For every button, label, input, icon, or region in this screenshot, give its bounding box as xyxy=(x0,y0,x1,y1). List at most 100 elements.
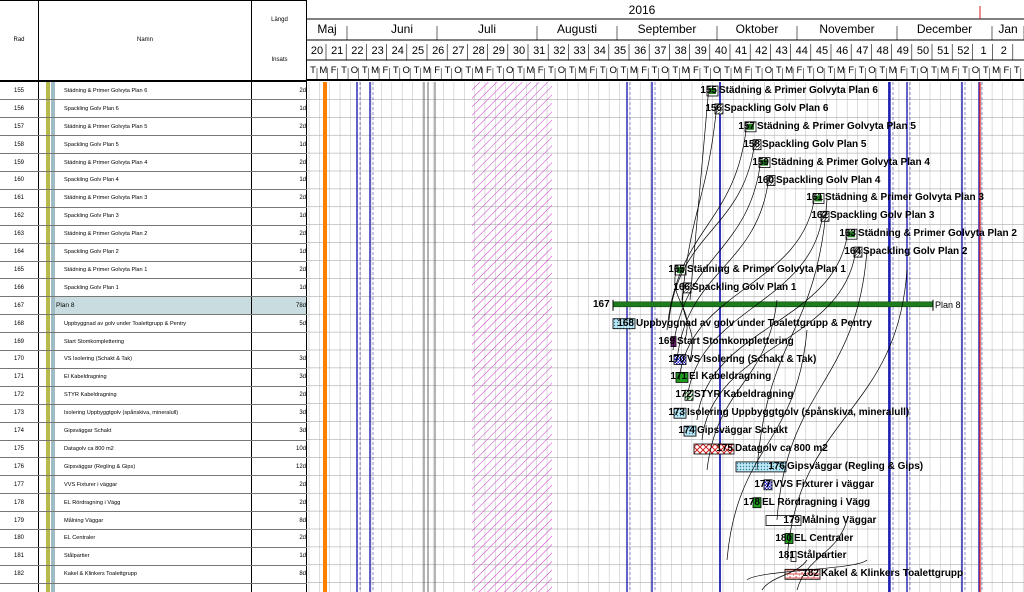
task-duration[interactable]: 8d xyxy=(299,565,306,583)
task-name[interactable]: Städning & Primer Golvyta Plan 6 xyxy=(64,82,147,100)
task-duration[interactable]: 8d xyxy=(299,512,306,530)
task-duration[interactable]: 2d xyxy=(299,189,306,207)
task-duration[interactable]: 2d xyxy=(299,154,306,172)
task-name[interactable]: Målning Väggar xyxy=(64,512,103,530)
col-header-name[interactable]: Namn xyxy=(40,0,250,80)
task-duration[interactable]: 1d xyxy=(299,243,306,261)
bar-label[interactable]: 162 Spackling Golv Plan 3 xyxy=(811,210,934,221)
col-header-duration[interactable]: Längd xyxy=(252,0,307,40)
bar-label[interactable]: 164 Spackling Golv Plan 2 xyxy=(844,246,967,257)
task-name[interactable]: VVS Fixturer i väggar xyxy=(64,476,117,494)
task-name[interactable]: Städning & Primer Golvyta Plan 5 xyxy=(64,118,147,136)
bar-label[interactable]: 157 Städning & Primer Golvyta Plan 5 xyxy=(738,121,916,132)
week-number: 35 xyxy=(613,45,627,57)
grid-line xyxy=(0,332,307,333)
bar-label[interactable]: 166 Spackling Golv Plan 1 xyxy=(673,282,796,293)
bar-label[interactable]: 169 Start Stomkomplettering xyxy=(658,336,793,347)
bar-label[interactable]: 176 Gipsväggar (Regling & Gips) xyxy=(768,461,923,472)
bar-label[interactable]: 170 VS Isolering (Schakt & Tak) xyxy=(668,354,816,365)
task-name[interactable]: Städning & Primer Golvyta Plan 4 xyxy=(64,154,147,172)
bar-number: 173 xyxy=(668,407,685,419)
bar-label[interactable]: 178 EL Rördragning i Vägg xyxy=(743,496,871,508)
task-name[interactable]: Kakel & Klinkers Toalettgrupp xyxy=(64,565,137,583)
bar-label[interactable]: 156 Spackling Golv Plan 6 xyxy=(705,103,828,114)
task-name[interactable]: El Kabeldragning xyxy=(64,368,107,386)
task-name[interactable]: Spackling Golv Plan 4 xyxy=(64,172,119,190)
task-name[interactable]: Isolering Uppbyggtgolv (spånskiva, miner… xyxy=(64,404,178,422)
task-duration[interactable]: 10d xyxy=(296,440,306,458)
task-duration[interactable]: 2d xyxy=(299,530,306,548)
bar-label[interactable]: 177 VVS Fixturer i väggar xyxy=(754,479,874,490)
task-duration[interactable]: 3d xyxy=(299,404,306,422)
bar-label[interactable]: 175 Datagolv ca 800 m2 xyxy=(716,443,828,454)
task-name[interactable]: EL Centraler xyxy=(64,530,95,548)
bar-label[interactable]: Plan 8 xyxy=(935,300,961,311)
task-name[interactable]: Städning & Primer Golvyta Plan 1 xyxy=(64,261,147,279)
bar-label[interactable]: 179 Målning Väggar xyxy=(783,515,876,526)
task-name[interactable]: Spackling Golv Plan 1 xyxy=(64,279,119,297)
task-name[interactable]: Plan 8 xyxy=(56,297,74,315)
task-name[interactable]: Start Stomkomplettering xyxy=(64,333,124,351)
bar-label[interactable]: 160 Spackling Golv Plan 4 xyxy=(757,175,880,186)
task-duration[interactable]: 12d xyxy=(296,458,306,476)
task-duration[interactable]: 3d xyxy=(299,351,306,369)
bar-label[interactable]: 172 STYR Kabeldragning xyxy=(675,389,793,400)
task-name[interactable]: VS Isolering (Schakt & Tak) xyxy=(64,351,132,369)
task-duration[interactable]: 1d xyxy=(299,136,306,154)
task-name[interactable]: EL Rördragning i Vägg xyxy=(64,494,120,512)
task-duration[interactable]: 2d xyxy=(299,82,306,100)
bar-label[interactable]: 174 Gipsväggar Schakt xyxy=(678,425,787,436)
task-duration[interactable]: 2d xyxy=(299,476,306,494)
task-duration[interactable]: 5d xyxy=(299,315,306,333)
task-duration[interactable]: 78d xyxy=(296,297,306,315)
task-name[interactable]: Gipsväggar Schakt xyxy=(64,422,111,440)
task-duration[interactable]: 1d xyxy=(299,100,306,118)
task-name[interactable]: Spackling Golv Plan 6 xyxy=(64,100,119,118)
bar-label[interactable]: 159 Städning & Primer Golvyta Plan 4 xyxy=(752,157,930,168)
bar-label[interactable]: 168 Uppbyggnad av golv under Toalettgrupp… xyxy=(617,318,872,329)
task-name[interactable]: Uppbyggnad av golv under Toalettgrupp & … xyxy=(64,315,186,333)
bar-label[interactable]: 163 Städning & Primer Golvyta Plan 2 xyxy=(839,228,1017,239)
task-duration[interactable]: 2d xyxy=(299,261,306,279)
month-label: Jan xyxy=(998,22,1018,36)
task-name[interactable]: Stålpartier xyxy=(64,547,90,565)
task-name[interactable]: Städning & Primer Golvyta Plan 3 xyxy=(64,189,147,207)
task-name[interactable]: Gipsväggar (Regling & Gips) xyxy=(64,458,135,476)
task-name[interactable]: Spackling Golv Plan 3 xyxy=(64,207,119,225)
bar-label[interactable]: 173 Isolering Uppbyggtgolv (spånskiva, mi… xyxy=(668,407,909,418)
task-duration[interactable]: 3d xyxy=(299,368,306,386)
bar-label[interactable]: 158 Spackling Golv Plan 5 xyxy=(743,139,866,150)
task-duration[interactable]: 2d xyxy=(299,118,306,136)
task-duration[interactable]: 2d xyxy=(299,494,306,512)
task-row[interactable]: 167 Plan 8 78d xyxy=(14,296,307,315)
bar-number: 168 xyxy=(617,317,634,329)
week-number: 22 xyxy=(351,45,364,57)
bar-label[interactable]: 182 Kakel & Klinkers Toalettgrupp xyxy=(802,568,963,579)
bar-number: 155 xyxy=(700,85,717,96)
bar-label[interactable]: 155 Städning & Primer Golvyta Plan 6 xyxy=(700,85,878,96)
col-header-row[interactable]: Rad xyxy=(0,0,38,80)
task-name[interactable]: Datagolv ca 800 m2 xyxy=(64,440,114,458)
gantt-chart[interactable]: 2016 20 21 22 23 24 25 26 27 28 29 30 31 32 33 34 35 36 37… xyxy=(307,0,1024,592)
task-name[interactable]: STYR Kabeldragning xyxy=(64,386,117,404)
task-name[interactable]: Spackling Golv Plan 2 xyxy=(64,243,119,261)
bar-number: 182 xyxy=(802,568,819,580)
task-duration[interactable]: 1d xyxy=(299,207,306,225)
bar-text: EL Rördragning i Vägg xyxy=(762,496,871,508)
task-duration[interactable]: 3d xyxy=(299,422,306,440)
task-name[interactable]: Städning & Primer Golvyta Plan 2 xyxy=(64,225,147,243)
col-header-effort[interactable]: Insats xyxy=(252,40,307,80)
task-duration[interactable]: 1d xyxy=(299,172,306,190)
bar-label[interactable]: 171 El Kabeldragning xyxy=(670,371,771,382)
week-number: 43 xyxy=(775,45,788,57)
bar-number: 161 xyxy=(806,192,823,204)
bar-label[interactable]: 165 Städning & Primer Golvyta Plan 1 xyxy=(668,264,846,275)
task-duration[interactable]: 1d xyxy=(299,547,306,565)
bar-label[interactable]: 161 Städning & Primer Golvyta Plan 3 xyxy=(806,192,984,203)
bar-label[interactable]: 181 Stålpartier xyxy=(778,550,846,561)
task-duration[interactable]: 2d xyxy=(299,225,306,243)
task-duration[interactable]: 1d xyxy=(299,279,306,297)
bar-label[interactable]: 180 EL Centraler xyxy=(775,533,853,544)
task-duration[interactable]: 2d xyxy=(299,386,306,404)
task-name[interactable]: Spackling Golv Plan 5 xyxy=(64,136,119,154)
